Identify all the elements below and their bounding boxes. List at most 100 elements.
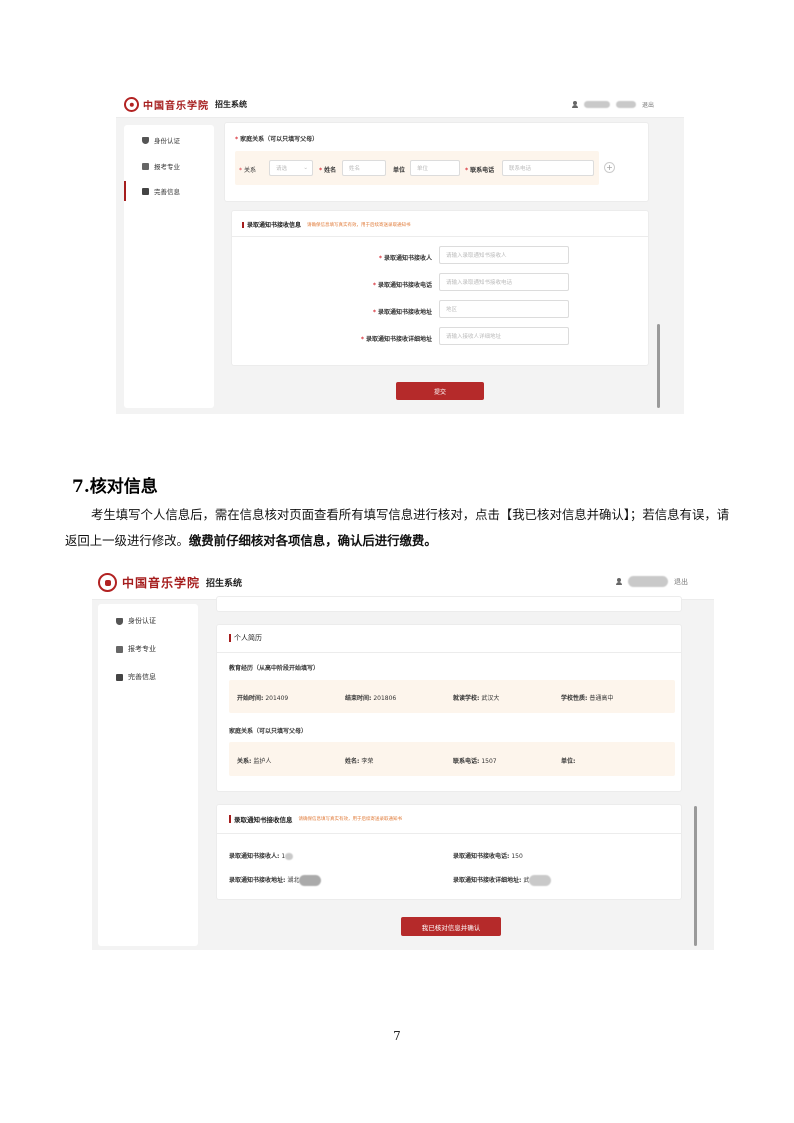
school-logo: 中国音乐学院 招生系统 xyxy=(124,97,247,112)
family-section-label: * 家庭关系（可以只填写父母） xyxy=(235,134,318,143)
sidebar-item-label: 报考专业 xyxy=(154,163,180,171)
shield-icon xyxy=(142,136,149,144)
user-name-blurred xyxy=(628,576,668,587)
edu-end: 结束时间: 201806 xyxy=(345,695,397,702)
address-label: * 录取通知书接收地址 xyxy=(372,309,432,316)
notice-hint: 请确保信息填写真实有效，用于后续寄送录取通知书 xyxy=(298,817,403,822)
phone-label: * 联系电话 xyxy=(465,167,495,174)
user-icon xyxy=(616,578,622,585)
section-heading: 7.核对信息 xyxy=(72,477,158,497)
add-family-button[interactable]: + xyxy=(604,162,615,173)
sidebar-item-label: 完善信息 xyxy=(154,188,180,196)
user-area: 退出 xyxy=(571,100,654,109)
sidebar-item-identity[interactable]: 身份认证 xyxy=(98,614,198,628)
unit-label: 单位 xyxy=(393,167,406,174)
sidebar-item-major[interactable]: 报考专业 xyxy=(124,159,214,173)
sidebar-item-major[interactable]: 报考专业 xyxy=(98,642,198,656)
edu-section-label: 教育经历（从高中阶段开始填写） xyxy=(229,665,320,672)
notice-title: 录取通知书接收信息 请确保信息填写真实有效，用于后续寄送录取通知书 xyxy=(229,814,402,824)
receiver-label: * 录取通知书接收人 xyxy=(378,255,432,262)
book-icon xyxy=(116,645,123,653)
blurred-value xyxy=(285,853,294,860)
previous-panel xyxy=(216,596,682,612)
resume-title-text: 个人简历 xyxy=(234,634,262,642)
panel-divider xyxy=(217,652,681,653)
resume-panel: 个人简历 教育经历（从高中阶段开始填写） 开始时间: 201409 结束时间: … xyxy=(216,624,682,792)
resume-title: 个人简历 xyxy=(229,633,262,643)
title-bar-mark xyxy=(229,634,231,642)
unit-input[interactable]: 单位 xyxy=(410,160,460,176)
detail-address-input[interactable]: 请输入接收人详细地址 xyxy=(439,327,569,345)
sidebar: 身份认证 报考专业 完善信息 xyxy=(98,604,198,946)
sidebar-item-label: 身份认证 xyxy=(154,137,180,145)
book-icon xyxy=(142,162,149,170)
notice-panel: 录取通知书接收信息 请确保信息填写真实有效，用于后续寄送录取通知书 录取通知书接… xyxy=(216,804,682,900)
family-phone: 联系电话: 1507 xyxy=(453,758,497,765)
sidebar-item-label: 身份认证 xyxy=(128,617,156,625)
chevron-down-icon: ⌄ xyxy=(303,165,308,171)
logout-link[interactable]: 退出 xyxy=(642,100,654,109)
notice-title-text: 录取通知书接收信息 xyxy=(234,816,293,824)
notice-detail-address: 录取通知书接收详细地址: 武 xyxy=(453,875,552,886)
shield-icon xyxy=(116,617,123,625)
user-id-blurred xyxy=(615,101,636,108)
name-label: * 姓名 xyxy=(319,167,337,174)
notice-receiver: 录取通知书接收人: 1 xyxy=(229,851,294,860)
receiver-input[interactable]: 请输入录取通知书接收人 xyxy=(439,246,569,264)
edit-icon xyxy=(142,187,149,195)
title-bar-mark xyxy=(229,815,231,823)
sidebar: 身份认证 报考专业 完善信息 xyxy=(124,125,214,408)
notice-phone: 录取通知书接收电话: 150 xyxy=(453,853,523,860)
address-select[interactable]: 地区 xyxy=(439,300,569,318)
confirm-info-button[interactable]: 我已核对信息并确认 xyxy=(401,917,501,936)
school-logo: 中国音乐学院 招生系统 xyxy=(98,573,242,592)
family-row-band xyxy=(229,742,675,776)
school-seal-icon xyxy=(98,573,117,592)
screenshot-verify-info: 中国音乐学院 招生系统 退出 身份认证 报考专业 完善信息 个人简历 教育经历（… xyxy=(92,566,714,950)
user-area: 退出 xyxy=(616,576,688,587)
page-number: 7 xyxy=(393,1029,401,1043)
receiver-phone-input[interactable]: 请输入录取通知书接收电话 xyxy=(439,273,569,291)
phone-input[interactable]: 联系电话 xyxy=(502,160,594,176)
scrollbar[interactable] xyxy=(694,806,697,946)
edit-icon xyxy=(116,673,123,681)
sidebar-item-identity[interactable]: 身份认证 xyxy=(124,133,214,147)
family-panel: * 家庭关系（可以只填写父母） * 关系 请选 ⌄ * 姓名 姓名 单位 单位 * 联系电… xyxy=(224,122,649,202)
logout-link[interactable]: 退出 xyxy=(674,577,688,587)
relation-label: * 关系 xyxy=(239,167,257,174)
edu-start: 开始时间: 201409 xyxy=(237,695,289,702)
app-header: 中国音乐学院 招生系统 退出 xyxy=(116,92,684,118)
notice-panel: 录取通知书接收信息 请确保信息填写真实有效，用于后续寄送录取通知书 * 录取通知书… xyxy=(231,210,649,366)
school-name: 中国音乐学院 xyxy=(122,576,201,590)
blurred-value xyxy=(529,875,552,886)
notice-hint: 请确保信息填写真实有效，用于后续寄送录取通知书 xyxy=(307,222,411,228)
screenshot-fill-info: 中国音乐学院 招生系统 退出 身份认证 报考专业 完善信息 * 家庭关系（可以只填… xyxy=(116,92,684,414)
name-input[interactable]: 姓名 xyxy=(342,160,386,176)
user-icon xyxy=(571,101,578,108)
sidebar-item-complete-info[interactable]: 完善信息 xyxy=(98,670,198,684)
panel-divider xyxy=(232,236,648,237)
family-section-text: 家庭关系（可以只填写父母） xyxy=(240,136,319,143)
sidebar-item-label: 完善信息 xyxy=(128,673,156,681)
submit-button[interactable]: 提交 xyxy=(396,382,484,400)
edu-school-type: 学校性质: 普通高中 xyxy=(561,695,614,702)
title-bar-mark xyxy=(242,221,244,228)
sidebar-item-label: 报考专业 xyxy=(128,645,156,653)
notice-title-text: 录取通知书接收信息 xyxy=(247,222,302,229)
family-unit: 单位: xyxy=(561,758,576,765)
edu-school: 就读学校: 武汉大 xyxy=(453,695,500,702)
detail-address-label: * 录取通知书接收详细地址 xyxy=(360,336,432,343)
receiver-phone-label: * 录取通知书接收电话 xyxy=(372,282,432,289)
notice-title: 录取通知书接收信息 请确保信息填写真实有效，用于后续寄送录取通知书 xyxy=(242,220,411,229)
app-header: 中国音乐学院 招生系统 退出 xyxy=(92,566,714,600)
section-paragraph: 考生填写个人信息后，需在信息核对页面查看所有填写信息进行核对，点击【我已核对信息… xyxy=(65,502,735,554)
panel-divider xyxy=(217,833,681,834)
blurred-value xyxy=(299,875,322,886)
scrollbar[interactable] xyxy=(657,324,660,408)
paragraph-bold-text: 缴费前仔细核对各项信息，确认后进行缴费。 xyxy=(188,533,437,548)
family-section-label: 家庭关系（可以只填写父母） xyxy=(229,728,308,735)
system-title: 招生系统 xyxy=(206,579,243,589)
relation-select[interactable]: 请选 ⌄ xyxy=(269,160,313,176)
sidebar-item-complete-info[interactable]: 完善信息 xyxy=(124,181,214,201)
school-seal-icon xyxy=(124,97,139,112)
